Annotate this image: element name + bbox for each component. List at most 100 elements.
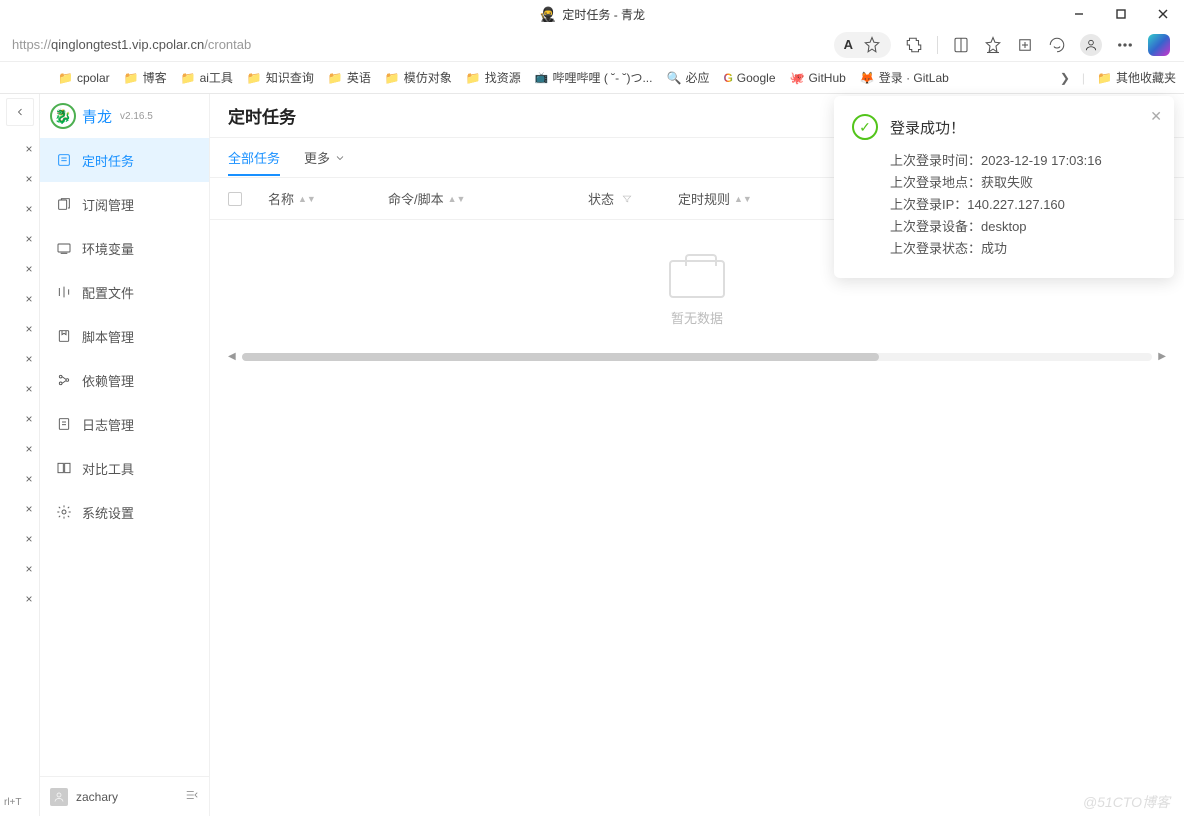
select-all-checkbox[interactable]: [228, 192, 242, 206]
window-title: 定时任务 - 青龙: [562, 6, 645, 23]
sidebar: 🐉 青龙 v2.16.5 定时任务订阅管理环境变量配置文件脚本管理依赖管理日志管…: [40, 94, 210, 816]
tab-close-item[interactable]: ×: [3, 254, 37, 284]
shortcut-hint: rl+T: [4, 797, 22, 808]
bookmarks-overflow[interactable]: ❯: [1060, 71, 1070, 85]
tab-close-item[interactable]: ×: [3, 434, 37, 464]
tab-close-item[interactable]: ×: [3, 344, 37, 374]
window-titlebar: 🥷 定时任务 - 青龙: [0, 0, 1184, 28]
nav-icon: [56, 504, 72, 520]
collections-icon[interactable]: [1016, 36, 1034, 54]
more-icon[interactable]: [1116, 36, 1134, 54]
scroll-right-icon[interactable]: ▶: [1158, 351, 1166, 362]
sort-icon: ▲▼: [448, 196, 466, 202]
column-name[interactable]: 名称▲▼: [268, 189, 388, 208]
bookmark-item[interactable]: 🐙GitHub: [790, 71, 846, 85]
favorites-icon[interactable]: [984, 36, 1002, 54]
tab-all-tasks[interactable]: 全部任务: [228, 140, 280, 175]
brand[interactable]: 🐉 青龙 v2.16.5: [40, 94, 209, 138]
back-button[interactable]: [6, 98, 34, 126]
translate-icon[interactable]: A: [844, 37, 853, 52]
bookmark-item[interactable]: 📁博客: [124, 69, 167, 86]
scrollbar-thumb[interactable]: [242, 353, 879, 361]
reader-icon[interactable]: [952, 36, 970, 54]
bookmark-item[interactable]: 📁英语: [328, 69, 371, 86]
tab-close-item[interactable]: ×: [3, 494, 37, 524]
sidebar-item-3[interactable]: 配置文件: [40, 270, 209, 314]
performance-icon[interactable]: [1048, 36, 1066, 54]
nav-icon: [56, 240, 72, 256]
notification-line: 上次登录地点：获取失败: [890, 172, 1156, 194]
nav-icon: [56, 196, 72, 212]
sidebar-item-6[interactable]: 日志管理: [40, 402, 209, 446]
minimize-button[interactable]: [1058, 0, 1100, 28]
collapse-sidebar-icon[interactable]: [185, 788, 199, 805]
nav-icon: [56, 460, 72, 476]
bookmarks-bar: 📁cpolar 📁博客 📁ai工具 📁知识查询 📁英语 📁模仿对象 📁找资源 📺哔哩哔哩 ( …: [0, 62, 1184, 94]
tab-close-item[interactable]: ×: [3, 554, 37, 584]
tab-more[interactable]: 更多: [304, 140, 346, 175]
notification-line: 上次登录时间：2023-12-19 17:03:16: [890, 150, 1156, 172]
login-success-notification: ✕ ✓ 登录成功！ 上次登录时间：2023-12-19 17:03:16上次登录…: [834, 96, 1174, 278]
favorite-icon[interactable]: [863, 36, 881, 54]
tab-close-item[interactable]: ×: [3, 164, 37, 194]
success-check-icon: ✓: [852, 114, 878, 140]
column-status[interactable]: 状态: [588, 189, 678, 208]
tab-close-item[interactable]: ×: [3, 464, 37, 494]
url-display[interactable]: https://qinglongtest1.vip.cpolar.cn/cron…: [8, 37, 828, 52]
sidebar-item-8[interactable]: 系统设置: [40, 490, 209, 534]
user-name[interactable]: zachary: [76, 790, 177, 804]
bookmark-item[interactable]: 📁模仿对象: [385, 69, 452, 86]
notification-line: 上次登录IP：140.227.127.160: [890, 194, 1156, 216]
horizontal-scrollbar[interactable]: ◀ ▶: [210, 347, 1184, 366]
bookmark-item[interactable]: 🔍必应: [666, 69, 709, 86]
tab-close-item[interactable]: ×: [3, 134, 37, 164]
bookmark-item[interactable]: 📁知识查询: [247, 69, 314, 86]
main-content: 定时任务 请输入名称或者关键词 创建任务 全部任务 更多 名称▲▼ 命令/脚本▲…: [210, 94, 1184, 816]
column-command[interactable]: 命令/脚本▲▼: [388, 189, 588, 208]
sidebar-item-7[interactable]: 对比工具: [40, 446, 209, 490]
bookmark-item[interactable]: 📁找资源: [466, 69, 521, 86]
tab-close-item[interactable]: ×: [3, 524, 37, 554]
copilot-icon[interactable]: [1148, 34, 1170, 56]
title-emoji: 🥷: [539, 6, 556, 23]
nav-icon: [56, 328, 72, 344]
sidebar-item-4[interactable]: 脚本管理: [40, 314, 209, 358]
nav-icon: [56, 284, 72, 300]
bookmark-item[interactable]: 📁ai工具: [181, 69, 233, 86]
notification-close-icon[interactable]: ✕: [1150, 108, 1162, 125]
sidebar-item-1[interactable]: 订阅管理: [40, 182, 209, 226]
profile-avatar[interactable]: [1080, 34, 1102, 56]
tab-close-item[interactable]: ×: [3, 584, 37, 614]
scroll-left-icon[interactable]: ◀: [228, 351, 236, 362]
bookmark-item[interactable]: 🦊登录 · GitLab: [860, 69, 949, 86]
notification-line: 上次登录设备：desktop: [890, 216, 1156, 238]
extensions-icon[interactable]: [905, 36, 923, 54]
maximize-button[interactable]: [1100, 0, 1142, 28]
user-avatar-icon: [50, 788, 68, 806]
bookmark-item[interactable]: GGoogle: [723, 71, 775, 85]
address-bar: https://qinglongtest1.vip.cpolar.cn/cron…: [0, 28, 1184, 62]
sort-icon: ▲▼: [298, 196, 316, 202]
close-button[interactable]: [1142, 0, 1184, 28]
tab-close-item[interactable]: ×: [3, 374, 37, 404]
nav-icon: [56, 416, 72, 432]
page-title: 定时任务: [228, 103, 296, 128]
brand-logo-icon: 🐉: [50, 103, 76, 129]
sidebar-item-0[interactable]: 定时任务: [40, 138, 209, 182]
tab-close-item[interactable]: ×: [3, 404, 37, 434]
filter-icon[interactable]: [622, 194, 632, 204]
nav-icon: [56, 152, 72, 168]
sidebar-item-5[interactable]: 依赖管理: [40, 358, 209, 402]
tab-close-item[interactable]: ×: [3, 194, 37, 224]
tab-close-item[interactable]: ×: [3, 314, 37, 344]
watermark: @51CTO博客: [1083, 792, 1170, 812]
bookmark-item[interactable]: 📁cpolar: [58, 71, 110, 85]
sidebar-item-2[interactable]: 环境变量: [40, 226, 209, 270]
notification-line: 上次登录状态：成功: [890, 238, 1156, 260]
bookmark-item[interactable]: 📺哔哩哔哩 ( ˘- ˘)つ...: [535, 69, 653, 86]
bookmark-other[interactable]: 📁其他收藏夹: [1097, 69, 1176, 86]
tab-close-item[interactable]: ×: [3, 284, 37, 314]
notification-title: 登录成功！: [890, 117, 965, 138]
brand-name: 青龙: [82, 106, 112, 127]
tab-close-item[interactable]: ×: [3, 224, 37, 254]
